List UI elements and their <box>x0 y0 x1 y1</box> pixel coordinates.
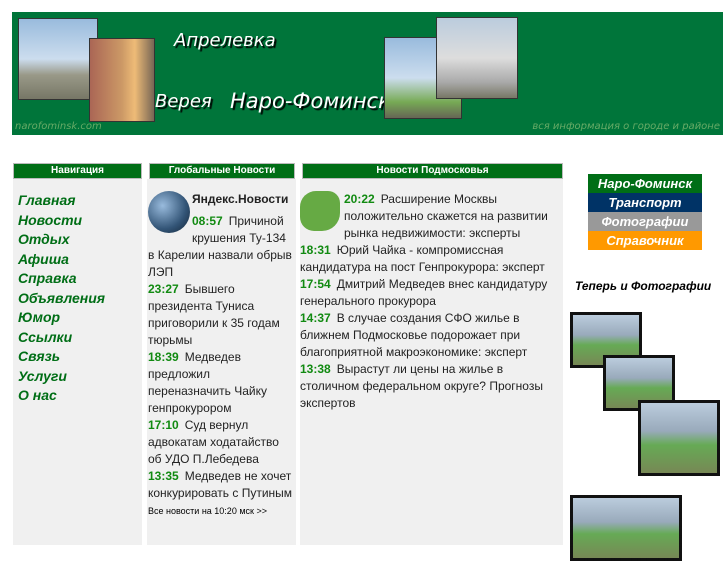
globe-icon <box>148 191 190 233</box>
nav-header: Навигация <box>13 163 142 179</box>
site-banner[interactable]: Апрелевка Верея Наро-Фоминск narofominsk… <box>12 12 723 135</box>
news-item[interactable]: 18:39 Медведев предложил переназначить Ча… <box>148 349 295 417</box>
transport-button[interactable]: Транспорт <box>588 193 702 212</box>
section-buttons: Наро-Фоминск Транспорт Фотографии Справо… <box>588 174 702 250</box>
photos-button[interactable]: Фотографии <box>588 212 702 231</box>
film-photo-4[interactable] <box>570 495 682 561</box>
film-photo-3[interactable] <box>638 400 720 476</box>
all-news-link[interactable]: Все новости на 10:20 мск >> <box>148 506 267 516</box>
nav-humor[interactable]: Юмор <box>13 308 142 328</box>
mosaic-photo <box>89 38 155 122</box>
nav-ads[interactable]: Объявления <box>13 289 142 309</box>
nav-home[interactable]: Главная <box>13 191 142 211</box>
nav-events[interactable]: Афиша <box>13 250 142 270</box>
nav-links[interactable]: Ссылки <box>13 328 142 348</box>
town-naro-fominsk: Наро-Фоминск <box>230 89 391 113</box>
photos-title: Теперь и Фотографии <box>575 279 712 293</box>
nav-reference[interactable]: Справка <box>13 269 142 289</box>
nav-services[interactable]: Услуги <box>13 367 142 387</box>
site-name: narofominsk.com <box>15 121 102 132</box>
moscow-region-map-icon <box>300 191 340 231</box>
nav-about[interactable]: О нас <box>13 386 142 406</box>
naro-fominsk-button[interactable]: Наро-Фоминск <box>588 174 702 193</box>
nav-leisure[interactable]: Отдых <box>13 230 142 250</box>
town-aprelevka: Апрелевка <box>174 30 276 51</box>
building-photo <box>436 17 518 99</box>
regional-news-header: Новости Подмосковья <box>302 163 563 179</box>
tagline: вся информация о городе и районе <box>532 121 720 132</box>
news-item[interactable]: 13:38 Вырастут ли цены на жилье в столичн… <box>300 361 563 412</box>
nav-contact[interactable]: Связь <box>13 347 142 367</box>
news-item[interactable]: 18:31 Юрий Чайка - компромиссная кандидат… <box>300 242 563 276</box>
directory-button[interactable]: Справочник <box>588 231 702 250</box>
town-vereya: Верея <box>155 91 212 112</box>
navigation-menu: Главная Новости Отдых Афиша Справка Объя… <box>13 179 142 545</box>
regional-news: 20:22 Расширение Москвы положительно скаж… <box>300 179 563 545</box>
news-item[interactable]: 13:35 Медведев не хочет конкурировать с П… <box>148 468 295 502</box>
church-photo <box>18 18 98 100</box>
nav-news[interactable]: Новости <box>13 211 142 231</box>
news-item[interactable]: 23:27 Бывшего президента Туниса приговори… <box>148 281 295 349</box>
news-item[interactable]: 17:54 Дмитрий Медведев внес кандидатуру г… <box>300 276 563 310</box>
news-item[interactable]: 17:10 Суд вернул адвокатам ходатайство об… <box>148 417 295 468</box>
news-item[interactable]: 14:37 В случае создания СФО жилье в ближн… <box>300 310 563 361</box>
global-news-header: Глобальные Новости <box>149 163 295 179</box>
global-news: Яндекс.Новости 08:57 Причиной крушения Ту… <box>147 179 296 545</box>
